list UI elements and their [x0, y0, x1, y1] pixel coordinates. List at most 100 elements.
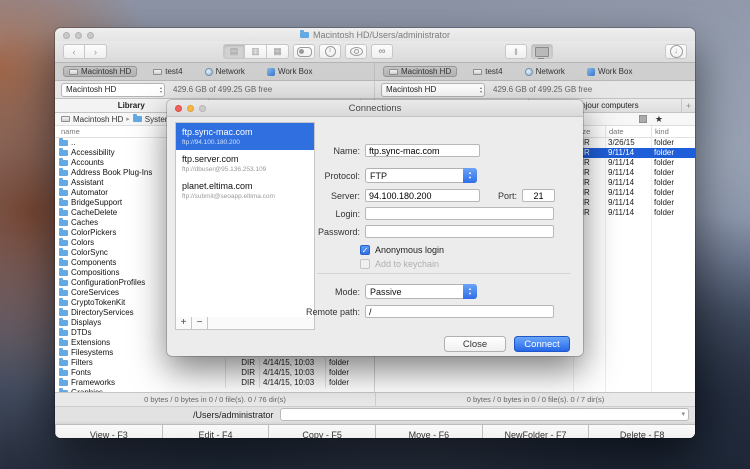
volume-tab[interactable]: Work Box: [581, 66, 639, 77]
command-input-wrap: ▾: [279, 408, 689, 421]
select-stepper-icon: ▴ ▾: [159, 84, 162, 94]
detail-view-icon[interactable]: ▥: [245, 44, 267, 59]
network-icon: [535, 46, 549, 59]
mode-dropdown[interactable]: Passive ▴ ▾: [365, 284, 477, 299]
file-name: Address Book Plug-Ins: [71, 168, 153, 177]
file-size: DIR: [225, 368, 259, 378]
function-button[interactable]: Edit - F4: [161, 425, 269, 438]
keychain-checkbox[interactable]: [360, 258, 370, 269]
function-button[interactable]: NewFolder - F7: [481, 425, 589, 438]
anonymous-row: ✓ Anonymous login: [360, 242, 444, 257]
command-input[interactable]: [280, 409, 688, 420]
list-view-icon[interactable]: ▤: [223, 44, 245, 59]
free-space-label: 429.6 GB of 499.25 GB free: [173, 85, 273, 94]
file-row[interactable]: Graphics: [55, 388, 374, 392]
folder-icon: [59, 288, 68, 296]
remote-path-field[interactable]: [365, 305, 554, 318]
right-drive-info: Macintosh HD ▴ ▾ 429.6 GB of 499.25 GB fre…: [375, 81, 695, 98]
add-connection-button[interactable]: +: [176, 317, 192, 329]
chevron-down-icon[interactable]: ▾: [681, 410, 685, 418]
favorites-star-icon[interactable]: ★: [655, 115, 663, 124]
connections-list: ftp.sync-mac.com ftp://94.100.180.200 ft…: [175, 122, 315, 318]
anonymous-label: Anonymous login: [375, 244, 445, 255]
function-button[interactable]: View - F3: [55, 425, 162, 438]
file-size: DIR: [225, 378, 259, 388]
column-name[interactable]: name: [61, 127, 80, 136]
connections-button[interactable]: [531, 44, 553, 59]
close-button[interactable]: [175, 105, 182, 112]
back-button[interactable]: ‹: [63, 44, 85, 59]
file-kind: folder: [654, 168, 675, 177]
connection-url: ftp://submit@seoapp.eltima.com: [182, 193, 275, 200]
function-button[interactable]: Copy - F5: [268, 425, 376, 438]
file-name: Colors: [71, 238, 95, 247]
column-date[interactable]: date: [605, 126, 651, 137]
folder-icon: [59, 178, 68, 186]
close-button[interactable]: [63, 32, 70, 39]
login-field[interactable]: [365, 207, 554, 220]
protocol-label: Protocol:: [324, 170, 360, 181]
drive-icon: [61, 116, 70, 122]
dialog-buttons: Close Connect: [444, 336, 570, 352]
folder-icon: [59, 218, 68, 226]
connection-item[interactable]: ftp.server.com ftp://dbuser@95.136.253.1…: [176, 150, 314, 177]
connection-item[interactable]: ftp.sync-mac.com ftp://94.100.180.200: [176, 123, 314, 150]
free-space-label: 429.6 GB of 499.25 GB free: [493, 85, 593, 94]
zoom-button: [199, 105, 206, 112]
path-bar: /Users/administrator ▾: [55, 406, 695, 422]
protocol-dropdown[interactable]: FTP ▴ ▾: [365, 168, 477, 183]
connection-url: ftp://dbuser@95.136.253.109: [182, 166, 267, 173]
right-volume-tabs: Macintosh HD test4 Network Work Box: [375, 63, 695, 80]
volume-tab-label: Network: [535, 67, 565, 76]
function-button[interactable]: Move - F6: [375, 425, 482, 438]
downloads-button[interactable]: ↓: [665, 44, 687, 59]
column-kind[interactable]: kind: [651, 126, 695, 137]
file-name: Frameworks: [71, 378, 116, 387]
drive-select[interactable]: Macintosh HD ▴ ▾: [381, 82, 485, 97]
view-mode-switcher: ▤ ▥ ▦: [223, 44, 289, 59]
volume-tab[interactable]: test4: [467, 66, 508, 77]
volume-tab[interactable]: test4: [147, 66, 188, 77]
anonymous-checkbox[interactable]: ✓: [360, 244, 370, 255]
zoom-button[interactable]: [87, 32, 94, 39]
history-nav: ‹ ›: [63, 44, 107, 59]
volume-tab[interactable]: Macintosh HD: [383, 66, 458, 77]
window-title-text: Macintosh HD/Users/administrator: [312, 30, 451, 40]
folder-icon: [59, 308, 68, 316]
queue-button[interactable]: ‖: [505, 44, 527, 59]
folder-icon: [59, 268, 68, 276]
view-options-icon[interactable]: [638, 115, 647, 123]
connection-item[interactable]: planet.eltima.com ftp://submit@seoapp.el…: [176, 177, 314, 204]
toggle-panel-button[interactable]: [293, 44, 315, 59]
show-hidden-button[interactable]: [345, 44, 367, 59]
function-button[interactable]: Delete - F8: [588, 425, 695, 438]
drive-select[interactable]: Macintosh HD ▴ ▾: [61, 82, 165, 97]
search-button[interactable]: ∞: [371, 44, 393, 59]
name-field[interactable]: [365, 144, 480, 157]
port-field[interactable]: [522, 189, 555, 202]
remove-connection-button[interactable]: −: [192, 317, 208, 329]
add-tab-button[interactable]: +: [681, 99, 695, 112]
folder-icon: [59, 368, 68, 376]
grid-view-icon[interactable]: ▦: [267, 44, 289, 59]
info-button[interactable]: [319, 44, 341, 59]
breadcrumb-device[interactable]: Macintosh HD: [73, 115, 123, 124]
connect-button[interactable]: Connect: [514, 336, 570, 352]
forward-button[interactable]: ›: [85, 44, 107, 59]
close-dialog-button[interactable]: Close: [444, 336, 506, 352]
file-kind: folder: [654, 158, 675, 167]
minimize-button[interactable]: [187, 105, 194, 112]
minimize-button[interactable]: [75, 32, 82, 39]
folder-icon: [59, 208, 68, 216]
keychain-row: Add to keychain: [360, 256, 439, 271]
volume-tab[interactable]: Work Box: [261, 66, 319, 77]
volume-tab[interactable]: Network: [519, 66, 571, 77]
folder-icon: [59, 228, 68, 236]
file-date: 4/14/15, 10:03: [259, 368, 325, 378]
server-field[interactable]: [365, 189, 480, 202]
volume-tab[interactable]: Macintosh HD: [63, 66, 138, 77]
volume-tab[interactable]: Network: [199, 66, 251, 77]
password-field[interactable]: [365, 225, 554, 238]
current-path-label: /Users/administrator: [193, 409, 274, 420]
file-name: DirectoryServices: [71, 308, 134, 317]
